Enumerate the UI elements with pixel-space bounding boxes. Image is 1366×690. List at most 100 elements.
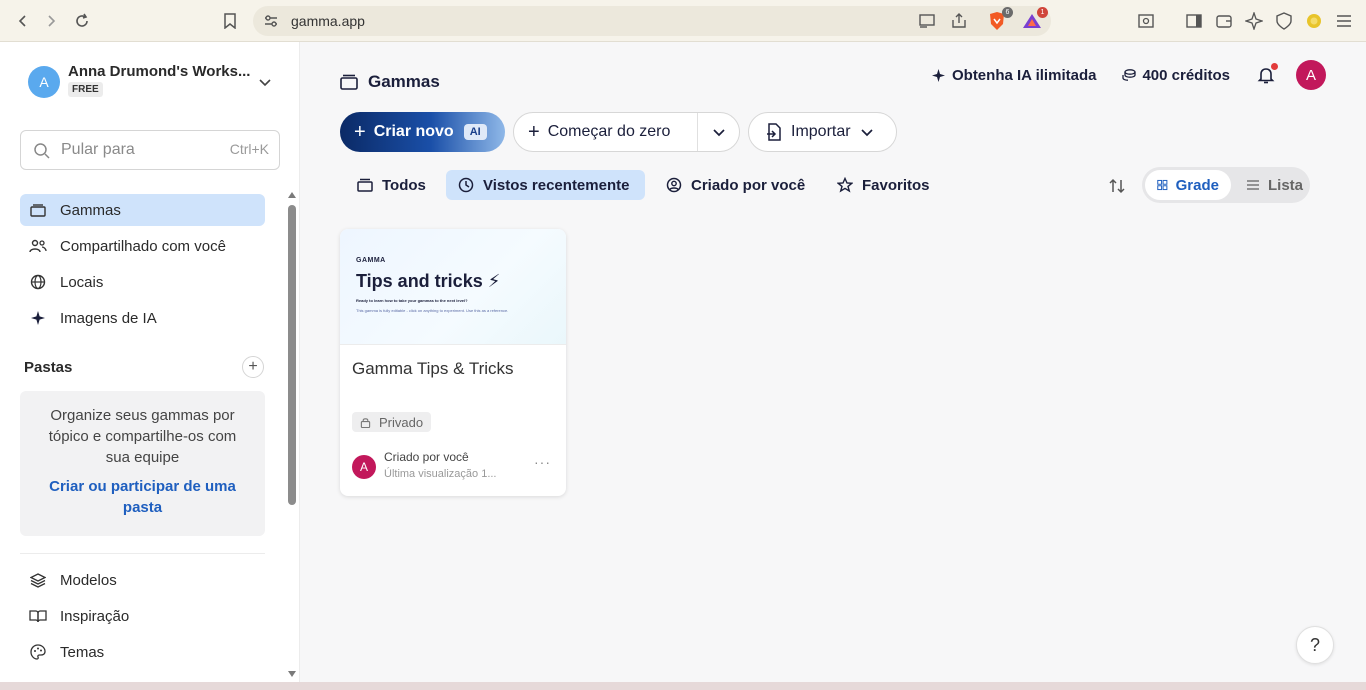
- address-bar[interactable]: gamma.app: [253, 6, 1051, 36]
- scroll-up-arrow-icon[interactable]: [287, 191, 297, 199]
- sidebar-item-ai-images[interactable]: Imagens de IA: [20, 302, 265, 334]
- start-from-scratch-dropdown[interactable]: [698, 113, 739, 151]
- stack-icon: [29, 201, 47, 219]
- sidebar-item-label: Temas: [60, 643, 105, 661]
- sidebar-scrollbar-thumb[interactable]: [288, 205, 296, 505]
- sidebar-item-label: Inspiração: [60, 607, 130, 625]
- header-actions: Obtenha IA ilimitada 400 créditos A: [931, 60, 1326, 90]
- workspace-name[interactable]: Anna Drumond's Works...: [68, 63, 250, 80]
- tab-recently-viewed[interactable]: Vistos recentemente: [446, 170, 646, 200]
- tab-all[interactable]: Todos: [345, 170, 442, 200]
- plan-badge: FREE: [68, 82, 103, 97]
- search-icon: [34, 143, 50, 159]
- plus-icon: +: [248, 358, 258, 375]
- site-settings-icon[interactable]: [263, 13, 279, 29]
- card-title[interactable]: Gamma Tips & Tricks: [352, 359, 514, 379]
- url-text: gamma.app: [291, 13, 365, 29]
- brave-shields-button[interactable]: 6: [987, 7, 1013, 31]
- notifications-button[interactable]: [1256, 63, 1278, 85]
- creator-avatar: A: [352, 455, 376, 479]
- chevron-down-icon: [712, 129, 725, 137]
- sidebar-toggle-button[interactable]: [1184, 11, 1204, 31]
- user-circle-icon: [666, 177, 682, 193]
- back-button[interactable]: [12, 10, 34, 32]
- sidebar-item-label: Modelos: [60, 571, 117, 589]
- layers-icon: [29, 571, 47, 589]
- tab-label: Favoritos: [862, 176, 930, 194]
- sidebar-item-label: Compartilhado com você: [60, 237, 226, 255]
- start-from-scratch-button[interactable]: + Começar do zero: [513, 112, 740, 152]
- thumbnail-title: Tips and tricks ⚡: [356, 271, 501, 291]
- sidebar-item-themes[interactable]: Temas: [20, 636, 265, 668]
- sidebar-item-inspiration[interactable]: Inspiração: [20, 600, 265, 632]
- sort-icon[interactable]: [1108, 177, 1126, 195]
- gamma-card[interactable]: GAMMA Tips and tricks ⚡ Ready to learn h…: [340, 229, 566, 496]
- palette-icon: [29, 643, 47, 661]
- wallet-icon: [1216, 15, 1232, 28]
- unlimited-ai-link[interactable]: Obtenha IA ilimitada: [931, 67, 1096, 84]
- tab-label: Vistos recentemente: [483, 176, 630, 194]
- menu-button[interactable]: [1334, 11, 1354, 31]
- credits-button[interactable]: 400 créditos: [1122, 67, 1230, 84]
- start-from-scratch-main[interactable]: + Começar do zero: [514, 113, 698, 151]
- hamburger-icon: [1337, 15, 1351, 27]
- folders-title: Pastas: [24, 359, 73, 376]
- list-icon: [1247, 180, 1259, 190]
- bookmark-button[interactable]: [220, 11, 240, 31]
- rewards-count-badge: 1: [1037, 7, 1048, 18]
- forward-button[interactable]: [40, 10, 62, 32]
- sidebar-item-label: Locais: [60, 273, 104, 291]
- list-view-button[interactable]: Lista: [1234, 170, 1315, 200]
- tab-label: Criado por você: [691, 176, 806, 194]
- card-thumbnail[interactable]: GAMMA Tips and tricks ⚡ Ready to learn h…: [340, 229, 566, 345]
- chevron-down-icon[interactable]: [257, 74, 273, 90]
- brave-rewards-button[interactable]: 1: [1022, 7, 1048, 31]
- sidebar-item-shared[interactable]: Compartilhado com você: [20, 230, 265, 262]
- privacy-badge: Privado: [352, 412, 432, 432]
- grid-view-button[interactable]: Grade: [1145, 170, 1231, 200]
- shield-icon: [1276, 12, 1292, 30]
- divider: [20, 553, 265, 554]
- import-button[interactable]: Importar: [748, 112, 897, 152]
- search-input[interactable]: [61, 139, 211, 161]
- coins-icon: [1122, 69, 1137, 81]
- tab-created-by-you[interactable]: Criado por você: [654, 170, 821, 200]
- share-icon[interactable]: [950, 12, 968, 30]
- user-avatar[interactable]: A: [1296, 60, 1326, 90]
- jump-to-search[interactable]: Ctrl+K: [20, 130, 280, 170]
- ai-badge: AI: [463, 124, 487, 140]
- page-title-text: Gammas: [368, 72, 440, 91]
- wallet-button[interactable]: [1214, 11, 1234, 31]
- last-viewed-text: Última visualização 1...: [384, 468, 497, 480]
- list-view-label: Lista: [1268, 176, 1304, 194]
- start-from-scratch-label: Começar do zero: [547, 123, 671, 140]
- workspace-avatar[interactable]: A: [28, 66, 60, 98]
- page-title: Gammas: [340, 72, 440, 92]
- tab-search-icon: [1138, 14, 1154, 28]
- tab-search-button[interactable]: [1136, 11, 1156, 31]
- back-arrow-icon: [18, 15, 26, 27]
- card-more-button[interactable]: ···: [534, 454, 551, 470]
- cast-icon[interactable]: [918, 13, 936, 29]
- scroll-down-arrow-icon[interactable]: [287, 670, 297, 678]
- folders-empty-state: Organize seus gammas por tópico e compar…: [20, 391, 265, 536]
- create-folder-link[interactable]: Criar ou participar de uma pasta: [40, 476, 245, 518]
- tab-favorites[interactable]: Favoritos: [825, 170, 946, 200]
- vpn-button[interactable]: [1274, 11, 1294, 31]
- help-button[interactable]: ?: [1296, 626, 1334, 664]
- thumbnail-subtitle: Ready to learn how to take your gammas t…: [356, 298, 468, 303]
- book-open-icon: [29, 607, 47, 625]
- create-new-button[interactable]: + Criar novo AI: [340, 112, 505, 152]
- reload-button[interactable]: [71, 10, 93, 32]
- sparkle-icon: [1245, 12, 1263, 30]
- sidebar-item-sites[interactable]: Locais: [20, 266, 265, 298]
- extension-button[interactable]: [1304, 11, 1324, 31]
- leo-ai-button[interactable]: [1244, 11, 1264, 31]
- sidebar-item-gammas[interactable]: Gammas: [20, 194, 265, 226]
- grid-icon: [1157, 179, 1168, 191]
- main-content: Gammas Obtenha IA ilimitada 400 créditos…: [300, 42, 1366, 682]
- chevron-down-icon: [860, 129, 873, 137]
- reload-icon: [76, 13, 88, 27]
- sidebar-item-templates[interactable]: Modelos: [20, 564, 265, 596]
- add-folder-button[interactable]: +: [242, 356, 264, 378]
